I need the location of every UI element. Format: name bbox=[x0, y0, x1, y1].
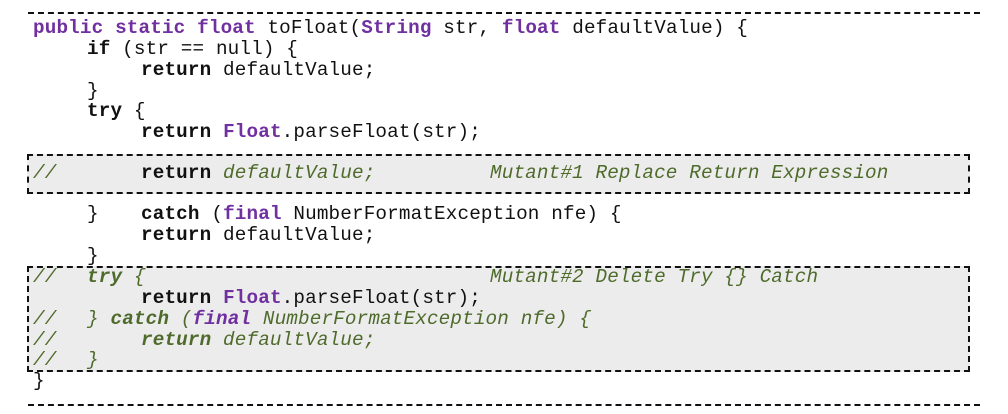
code-line-7: // bbox=[33, 163, 56, 184]
commented-brace: { bbox=[122, 266, 146, 288]
code-line-11-body: try { bbox=[87, 267, 146, 288]
code-line-1: public static float toFloat(String str, … bbox=[33, 18, 748, 39]
closing-brace: } bbox=[87, 203, 99, 225]
parse-float-call: .parseFloat(str); bbox=[281, 121, 481, 143]
code-line-10: } bbox=[87, 246, 99, 267]
keyword-return: return bbox=[141, 162, 212, 184]
code-line-2: if (str == null) { bbox=[87, 39, 298, 60]
param-default: defaultValue) { bbox=[560, 17, 749, 39]
commented-paren: ( bbox=[169, 308, 193, 330]
top-dashed-rule bbox=[28, 12, 980, 14]
catch-param: NumberFormatException nfe) { bbox=[281, 203, 622, 225]
code-line-11: // bbox=[33, 267, 56, 288]
comment-marker: // bbox=[33, 162, 57, 184]
keyword-catch: catch bbox=[141, 203, 200, 225]
code-line-14: // bbox=[33, 330, 56, 351]
keyword-if: if bbox=[87, 38, 111, 60]
keyword-public: public bbox=[33, 17, 104, 39]
keyword-float: float bbox=[197, 17, 256, 39]
commented-return-value: defaultValue; bbox=[211, 329, 376, 351]
parse-float-call: .parseFloat(str); bbox=[281, 287, 481, 309]
mutant-1-caption: Mutant#1 Replace Return Expression bbox=[490, 162, 889, 184]
code-line-7-body: return defaultValue; bbox=[141, 163, 375, 184]
commented-keyword-final: final bbox=[192, 308, 252, 330]
commented-keyword-catch: catch bbox=[110, 308, 170, 330]
if-condition: (str == null) { bbox=[110, 38, 298, 60]
code-line-15: // bbox=[33, 350, 56, 371]
code-line-6: return Float.parseFloat(str); bbox=[141, 122, 481, 143]
code-line-4: } bbox=[87, 81, 99, 102]
type-float-class: Float bbox=[223, 121, 282, 143]
closing-brace: } bbox=[87, 245, 99, 267]
commented-catch-param: NumberFormatException nfe) { bbox=[251, 308, 592, 330]
code-line-16: } bbox=[33, 371, 45, 392]
catch-paren: ( bbox=[199, 203, 224, 225]
keyword-return: return bbox=[141, 287, 212, 309]
code-line-13-body: } catch (final NumberFormatException nfe… bbox=[87, 309, 591, 330]
method-closing-brace: } bbox=[33, 370, 45, 392]
bottom-dashed-rule bbox=[28, 404, 980, 406]
code-line-13: // bbox=[33, 309, 56, 330]
comment-marker: // bbox=[33, 329, 57, 351]
code-line-5: try { bbox=[87, 101, 146, 122]
type-string: String bbox=[361, 17, 432, 39]
method-signature-name: toFloat( bbox=[255, 17, 362, 39]
commented-keyword-return: return bbox=[141, 329, 212, 351]
mutant-1-label: Mutant#1 Replace Return Expression bbox=[490, 163, 889, 184]
comment-marker: // bbox=[33, 308, 57, 330]
mutant-1-return-value: defaultValue; bbox=[211, 162, 376, 184]
code-line-12: return Float.parseFloat(str); bbox=[141, 288, 481, 309]
keyword-try: try bbox=[87, 100, 123, 122]
mutant-2-caption: Mutant#2 Delete Try {} Catch bbox=[490, 266, 819, 288]
mutant-2-label: Mutant#2 Delete Try {} Catch bbox=[490, 267, 818, 288]
comment-marker: // bbox=[33, 266, 57, 288]
code-line-8-body: catch (final NumberFormatException nfe) … bbox=[141, 204, 622, 225]
keyword-return: return bbox=[141, 59, 212, 81]
keyword-static: static bbox=[115, 17, 186, 39]
code-line-14-body: return defaultValue; bbox=[141, 330, 375, 351]
param-str: str, bbox=[431, 17, 502, 39]
comment-marker: // bbox=[33, 349, 57, 371]
code-line-9: return defaultValue; bbox=[141, 225, 375, 246]
code-line-3: return defaultValue; bbox=[141, 60, 375, 81]
keyword-float-param: float bbox=[501, 17, 561, 39]
return-value: defaultValue; bbox=[211, 224, 376, 246]
code-line-15-body: } bbox=[87, 350, 99, 371]
commented-brace: } bbox=[87, 349, 99, 371]
return-value: defaultValue; bbox=[211, 59, 376, 81]
keyword-return: return bbox=[141, 121, 212, 143]
keyword-final: final bbox=[223, 203, 282, 225]
commented-brace: } bbox=[87, 308, 99, 330]
code-line-8: } bbox=[87, 204, 99, 225]
keyword-return: return bbox=[141, 224, 212, 246]
try-brace: { bbox=[122, 100, 146, 122]
commented-keyword-try: try bbox=[87, 266, 123, 288]
type-float-class: Float bbox=[223, 287, 282, 309]
closing-brace: } bbox=[87, 80, 99, 102]
